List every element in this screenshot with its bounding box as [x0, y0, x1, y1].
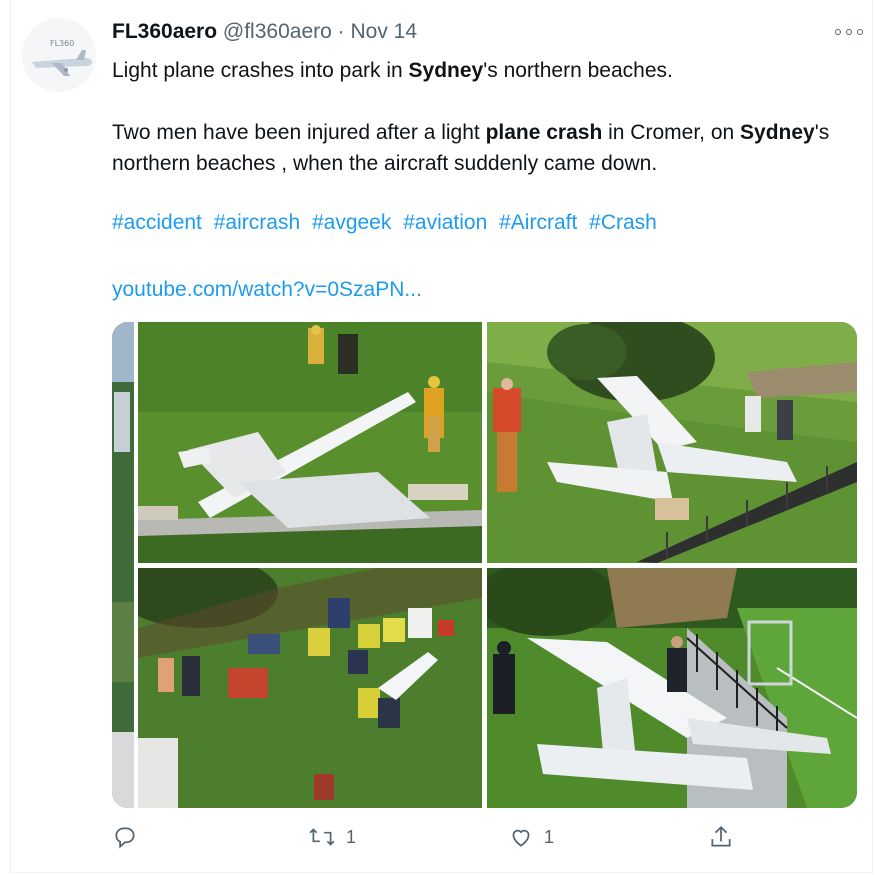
retweet-button[interactable]: 1	[308, 824, 356, 850]
hashtag-aircraft[interactable]: #Aircraft	[499, 211, 577, 234]
hashtag-aviation[interactable]: #aviation	[403, 211, 487, 234]
text-segment: 's	[814, 121, 830, 144]
share-button[interactable]	[708, 824, 734, 850]
tweet-date[interactable]: Nov 14	[350, 20, 417, 43]
avatar[interactable]: FL360	[22, 18, 96, 92]
retweet-count: 1	[346, 826, 357, 847]
bold-keyword: Sydney	[740, 121, 815, 144]
bold-keyword: plane crash	[485, 121, 603, 144]
tweet-text-line-3: northern beaches , when the aircraft sud…	[112, 152, 658, 175]
bold-keyword: Sydney	[408, 59, 484, 82]
separator: ·	[337, 20, 345, 43]
text-segment: 's northern beaches.	[483, 59, 673, 82]
youtube-link[interactable]: youtube.com/watch?v=0SzaPN...	[112, 278, 422, 302]
hashtag-avgeek[interactable]: #avgeek	[312, 211, 391, 234]
hashtag-list: #accident #aircrash #avgeek #aviation #A…	[112, 211, 663, 235]
like-count: 1	[544, 826, 555, 847]
more-icon[interactable]	[835, 22, 863, 42]
hashtag-aircrash[interactable]: #aircrash	[214, 211, 300, 234]
tweet-text-line-1: Light plane crashes into park in Sydney'…	[112, 55, 673, 86]
photo-edge-sliver[interactable]	[112, 322, 134, 808]
user-handle[interactable]: @fl360aero	[223, 20, 332, 43]
svg-text:FL360: FL360	[50, 39, 74, 48]
reply-icon	[115, 827, 135, 849]
like-icon	[512, 829, 530, 847]
reply-button[interactable]	[112, 824, 148, 850]
share-icon	[711, 826, 731, 847]
photo-aerial-wreck[interactable]	[138, 322, 482, 563]
photo-plane-fence[interactable]	[487, 568, 857, 808]
text-segment: Light plane crashes into park in	[112, 59, 409, 82]
media-grid	[112, 322, 857, 808]
tweet-text-line-2: Two men have been injured after a light …	[112, 117, 829, 148]
tweet-header: FL360aero @fl360aero · Nov 14	[112, 20, 417, 44]
photo-plane-hillside[interactable]	[487, 322, 857, 563]
text-segment: Two men have been injured after a light	[112, 121, 486, 144]
photo-responders[interactable]	[138, 568, 482, 808]
action-bar: 1 1	[112, 824, 752, 864]
display-name[interactable]: FL360aero	[112, 20, 217, 43]
airliner-logo-icon: FL360	[22, 18, 96, 92]
hashtag-accident[interactable]: #accident	[112, 211, 202, 234]
like-button[interactable]: 1	[508, 824, 554, 850]
hashtag-crash[interactable]: #Crash	[589, 211, 657, 234]
retweet-icon	[309, 828, 335, 846]
text-segment: in Cromer, on	[602, 121, 741, 144]
